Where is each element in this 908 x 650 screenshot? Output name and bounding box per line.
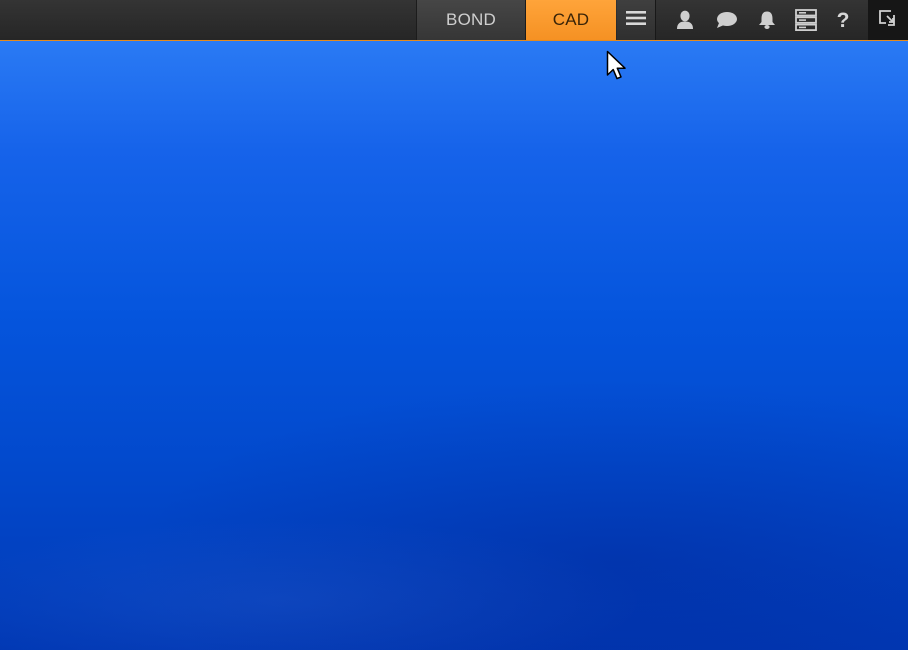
tab-cad-label: CAD	[552, 10, 590, 29]
user-icon	[676, 10, 694, 30]
server-list-icon	[795, 9, 817, 31]
user-button[interactable]	[667, 0, 703, 40]
tab-bond[interactable]: BOND	[416, 0, 526, 40]
screen: BOND CAD ?	[0, 0, 908, 650]
bell-icon	[758, 10, 776, 30]
menu-button[interactable]	[617, 0, 656, 40]
restore-window-icon	[878, 9, 898, 32]
hamburger-menu-icon	[626, 10, 646, 31]
desktop-background	[0, 41, 908, 650]
help-button[interactable]: ?	[825, 0, 861, 40]
tab-cad[interactable]: CAD	[526, 0, 616, 40]
chat-bubble-icon	[716, 11, 738, 29]
top-bar: BOND CAD ?	[0, 0, 908, 41]
help-icon: ?	[836, 8, 850, 32]
servers-button[interactable]	[788, 0, 824, 40]
chat-button[interactable]	[709, 0, 745, 40]
restore-window-button[interactable]	[868, 0, 908, 40]
notifications-button[interactable]	[749, 0, 785, 40]
mouse-pointer-icon	[606, 50, 628, 87]
tab-bond-label: BOND	[446, 10, 496, 29]
